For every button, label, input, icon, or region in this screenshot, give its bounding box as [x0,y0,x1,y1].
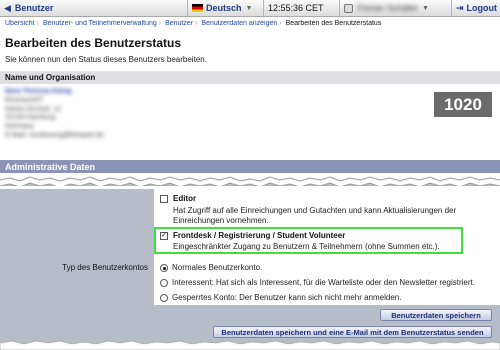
logout-icon: ⇥ [456,2,464,13]
breadcrumb-view-user[interactable]: Benutzerdaten anzeigen [201,20,277,27]
breadcrumb-users[interactable]: Benutzer [165,20,193,27]
org-section-title: Name und Organisation [5,73,96,82]
save-button[interactable]: Benutzerdaten speichern [380,309,492,321]
top-toolbar: ◀ Benutzer Deutsch ▼ 12:55:36 CET Floria… [0,0,500,17]
user-full-name: Nora Theresa König [5,88,72,95]
admin-section-header: Administrative Daten [0,160,500,173]
page-title: Bearbeiten des Benutzerstatus [5,36,182,50]
admin-section-title: Administrative Daten [5,161,96,172]
address-line: Ehrenamt/IT [5,96,44,104]
language-label: Deutsch [206,3,242,13]
clock: 12:55:36 CET [264,0,340,16]
editor-role-title: Editor [173,194,197,203]
breadcrumb: Übersicht › Benutzer- und Teilnehmerverwa… [5,20,382,27]
address-line: Kleine Kirchstr. 12 [5,105,62,113]
normal-account-label: Normales Benutzerkonto. [172,263,263,272]
address-line: E-Mail: norakoenig@beispiel.de [5,131,104,139]
breadcrumb-current: Bearbeiten des Benutzerstatus [285,20,382,27]
user-menu[interactable]: Florian Schäfer ▼ [340,0,452,16]
account-type-label: Typ des Benutzerkontos [62,263,148,272]
torn-edge-divider [0,176,500,186]
normal-account-radio[interactable] [160,264,168,272]
back-label: Benutzer [14,3,54,13]
locked-account-radio[interactable] [160,294,168,302]
logout-button[interactable]: ⇥ Logout [452,0,500,16]
org-section-header: Name und Organisation [0,71,500,84]
user-icon [344,3,353,13]
address-line: Germany [5,123,34,131]
chevron-down-icon: ▼ [245,4,253,12]
language-select[interactable]: Deutsch ▼ [188,0,264,16]
breadcrumb-overview[interactable]: Übersicht [5,20,35,27]
german-flag-icon [192,4,203,12]
highlight-frame [154,227,463,254]
torn-edge-bottom [0,340,500,350]
interested-account-label: Interessent: Hat sich als Interessent, f… [172,278,475,287]
arrow-left-icon: ◀ [4,2,11,13]
editor-checkbox[interactable] [160,195,168,203]
page-subtitle: Sie können nun den Status dieses Benutze… [5,55,207,64]
clock-text: 12:55:36 CET [268,3,324,13]
interested-account-radio[interactable] [160,279,168,287]
address-line: 20149 Hamburg [5,114,56,122]
locked-account-label: Gesperrtes Konto: Der Benutzer kann sich… [172,293,402,302]
user-name: Florian Schäfer [357,3,419,13]
user-id-badge: 1020 [434,92,492,117]
logout-label: Logout [466,3,498,13]
org-address: Nora Theresa König Ehrenamt/IT Kleine Ki… [5,88,104,141]
back-to-users-button[interactable]: ◀ Benutzer [0,0,188,16]
breadcrumb-user-management[interactable]: Benutzer- und Teilnehmerverwaltung [43,20,157,27]
editor-role-description: Hat Zugriff auf alle Einreichungen und G… [173,206,457,225]
chevron-down-icon: ▼ [422,4,429,12]
save-and-email-button[interactable]: Benutzerdaten speichern und eine E-Mail … [213,326,492,338]
